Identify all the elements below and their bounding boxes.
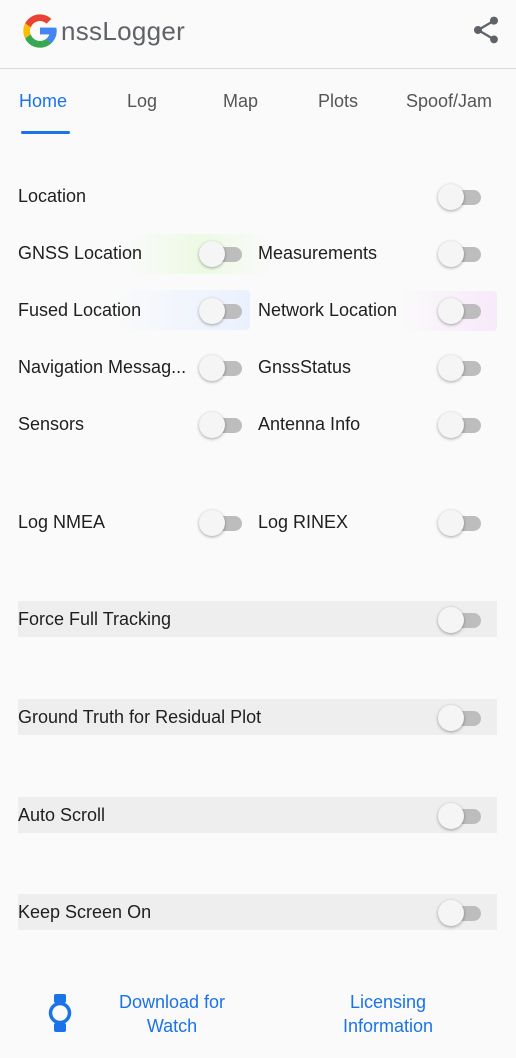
- network-location-label: Network Location: [258, 300, 398, 320]
- download-line-1: Download for: [118, 992, 226, 1012]
- licensing-line-2: Information: [342, 1016, 434, 1036]
- location-toggle[interactable]: [438, 184, 482, 212]
- share-icon[interactable]: [470, 14, 502, 46]
- log-rinex-label: Log RINEX: [258, 512, 349, 532]
- force-full-tracking-toggle[interactable]: [438, 607, 482, 635]
- google-g-icon: [23, 14, 57, 48]
- tab-plots[interactable]: Plots: [318, 91, 358, 112]
- gnss-status-label: GnssStatus: [258, 357, 352, 377]
- sensors-label: Sensors: [18, 414, 85, 434]
- tab-home[interactable]: Home: [19, 91, 67, 112]
- fused-location-toggle[interactable]: [199, 298, 243, 326]
- ground-truth-label: Ground Truth for Residual Plot: [18, 707, 262, 727]
- active-tab-indicator: [21, 131, 70, 134]
- keep-screen-on-label: Keep Screen On: [18, 902, 152, 922]
- ground-truth-toggle[interactable]: [438, 705, 482, 733]
- gnss-location-label: GNSS Location: [18, 243, 143, 263]
- measurements-label: Measurements: [258, 243, 378, 263]
- navigation-messages-toggle[interactable]: [199, 355, 243, 383]
- log-rinex-toggle[interactable]: [438, 510, 482, 538]
- licensing-line-1: Licensing: [349, 992, 427, 1012]
- force-full-tracking-label: Force Full Tracking: [18, 609, 172, 629]
- tab-bar: Home Log Map Plots Spoof/Jam: [0, 69, 516, 135]
- network-location-toggle[interactable]: [438, 298, 482, 326]
- antenna-info-toggle[interactable]: [438, 412, 482, 440]
- gnss-status-toggle[interactable]: [438, 355, 482, 383]
- app-bar: nssLogger: [0, 0, 516, 69]
- log-nmea-toggle[interactable]: [199, 510, 243, 538]
- download-for-watch-link[interactable]: Download for Watch: [102, 990, 242, 1038]
- gnss-location-toggle[interactable]: [199, 241, 243, 269]
- download-line-2: Watch: [146, 1016, 198, 1036]
- tab-spoof-jam[interactable]: Spoof/Jam: [406, 91, 492, 112]
- navigation-messages-label: Navigation Messag...: [18, 357, 187, 377]
- app-title: nssLogger: [61, 16, 186, 46]
- fused-location-label: Fused Location: [18, 300, 142, 320]
- log-nmea-label: Log NMEA: [18, 512, 106, 532]
- antenna-info-label: Antenna Info: [258, 414, 361, 434]
- auto-scroll-toggle[interactable]: [438, 803, 482, 831]
- auto-scroll-label: Auto Scroll: [18, 805, 106, 825]
- keep-screen-on-toggle[interactable]: [438, 900, 482, 928]
- location-label: Location: [18, 186, 87, 206]
- sensors-toggle[interactable]: [199, 412, 243, 440]
- measurements-toggle[interactable]: [438, 241, 482, 269]
- tab-log[interactable]: Log: [127, 91, 157, 112]
- tab-map[interactable]: Map: [223, 91, 258, 112]
- watch-icon[interactable]: [48, 994, 72, 1032]
- licensing-information-link[interactable]: Licensing Information: [318, 990, 458, 1038]
